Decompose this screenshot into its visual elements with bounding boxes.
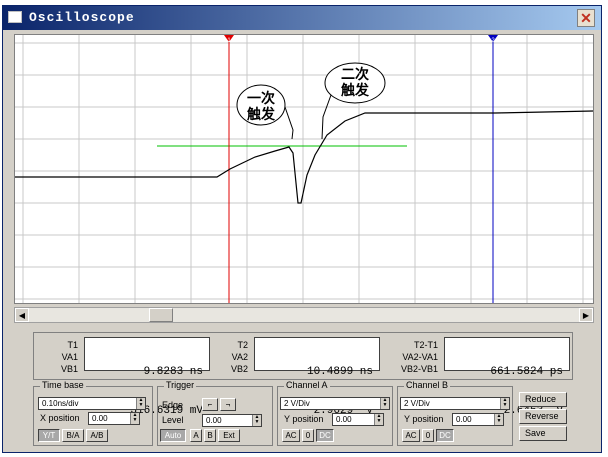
trigger-ext-button[interactable]: Ext [218,429,240,442]
ba-button[interactable]: B/A [62,429,84,442]
channel-b-scale-value: 2 V/Div [404,399,430,408]
channel-a-scale-value: 2 V/Div [284,399,310,408]
annotation-second-line1: 二次 [341,66,369,82]
label-vb1: VB1 [60,364,78,374]
scroll-thumb[interactable] [149,308,173,322]
spinner-icon[interactable]: ▲ ▼ [380,398,389,409]
label-va2-va1: VA2-VA1 [402,352,438,362]
auto-button[interactable]: Auto [160,429,186,442]
timebase-title: Time base [40,380,86,390]
scroll-right-icon[interactable]: ▶ [579,308,593,322]
spinner-icon[interactable]: ▲ ▼ [252,415,261,426]
annotation-first-trigger: 一次 触发 [236,84,294,140]
label-t2-t1: T2-T1 [413,340,438,350]
annotation-second-line2: 触发 [340,82,370,98]
label-vb2: VB2 [230,364,248,374]
channel-b-dc-button[interactable]: DC [436,429,454,442]
falling-edge-icon[interactable]: ¬ [220,398,236,411]
channel-a-ypos-value: 0.00 [336,415,352,424]
window-title: Oscilloscope [29,10,135,25]
close-button[interactable]: ✕ [577,9,595,27]
spinner-icon[interactable]: ▲ ▼ [374,414,383,425]
ab-button[interactable]: A/B [86,429,108,442]
title-bar[interactable]: Oscilloscope ✕ [3,6,601,30]
annotation-first-line1: 一次 [247,90,275,106]
value-t2-t1: 661.5824 ps [490,366,563,378]
label-vb2-vb1: VB2-VB1 [400,364,438,374]
trigger-level-field[interactable]: 0.00 ▲ ▼ [202,414,262,427]
spinner-icon[interactable]: ▲ ▼ [136,398,145,409]
timebase-scale-value: 0.10ns/div [42,399,79,408]
channel-a-title: Channel A [284,380,330,390]
label-va1: VA1 [61,352,78,362]
reverse-button[interactable]: Reverse [519,409,567,424]
channel-a-ac-button[interactable]: AC [282,429,300,442]
horizontal-scrollbar[interactable]: ◀ ▶ [14,307,594,323]
annotation-first-line2: 触发 [246,106,276,122]
channel-b-panel: Channel B 2 V/Div ▲ ▼ Y position 0.00 ▲ ▼ … [397,380,513,446]
channel-b-title: Channel B [404,380,451,390]
save-button[interactable]: Save [519,426,567,441]
yt-button[interactable]: Y/T [38,429,60,442]
channel-b-scale-field[interactable]: 2 V/Div ▲ ▼ [400,397,510,410]
waveform-display: 1 2 一次 触发 二次 触发 [15,35,593,303]
rising-edge-icon[interactable]: ⌐ [202,398,218,411]
channel-a-ypos-label: Y position [284,414,324,424]
spinner-icon[interactable]: ▲ ▼ [130,413,139,424]
oscilloscope-window: Oscilloscope ✕ 1 2 一次 触发 二次 触发 ◀ ▶ T1 VA… [2,5,602,453]
window-icon [8,11,22,23]
channel-a-panel: Channel A 2 V/Div ▲ ▼ Y position 0.00 ▲ ▼ … [277,380,393,446]
value-t2: 10.4899 ns [306,366,373,378]
trigger-level-value: 0.00 [206,416,222,425]
channel-a-scale-field[interactable]: 2 V/Div ▲ ▼ [280,397,390,410]
reduce-button[interactable]: Reduce [519,392,567,407]
channel-a-ypos-field[interactable]: 0.00 ▲ ▼ [332,413,384,426]
trigger-panel: Trigger Edge ⌐ ¬ Level 0.00 ▲ ▼ Auto A B … [157,380,273,446]
channel-b-ypos-label: Y position [404,414,444,424]
channel-b-ac-button[interactable]: AC [402,429,420,442]
timebase-panel: Time base 0.10ns/div ▲ ▼ X position 0.00 … [33,380,153,446]
spinner-icon[interactable]: ▲ ▼ [494,414,503,425]
value-t1: 9.8283 ns [143,366,203,378]
scroll-left-icon[interactable]: ◀ [15,308,29,322]
channel-b-ypos-field[interactable]: 0.00 ▲ ▼ [452,413,504,426]
readout-panel: T1 VA1 VB1 9.8283 ns 316.6319 mV T2 VA2 … [33,332,573,417]
trigger-a-button[interactable]: A [190,429,202,442]
timebase-scale-field[interactable]: 0.10ns/div ▲ ▼ [38,397,146,410]
channel-a-zero-button[interactable]: 0 [302,429,314,442]
edge-label: Edge [162,400,184,410]
label-t1: T1 [67,340,78,350]
oscilloscope-screen: 1 2 一次 触发 二次 触发 [14,34,594,304]
channel-b-zero-button[interactable]: 0 [422,429,434,442]
channel-a-dc-button[interactable]: DC [316,429,334,442]
label-va2: VA2 [231,352,248,362]
grid [15,35,593,303]
annotation-second-trigger: 二次 触发 [321,62,386,140]
label-t2: T2 [237,340,248,350]
xpos-label: X position [40,413,80,423]
xpos-value: 0.00 [92,414,108,423]
level-label: Level [162,415,184,425]
trigger-title: Trigger [164,380,197,390]
spinner-icon[interactable]: ▲ ▼ [500,398,509,409]
xpos-field[interactable]: 0.00 ▲ ▼ [88,412,140,425]
trigger-b-button[interactable]: B [204,429,216,442]
channel-b-ypos-value: 0.00 [456,415,472,424]
waveform-trace [15,110,593,204]
